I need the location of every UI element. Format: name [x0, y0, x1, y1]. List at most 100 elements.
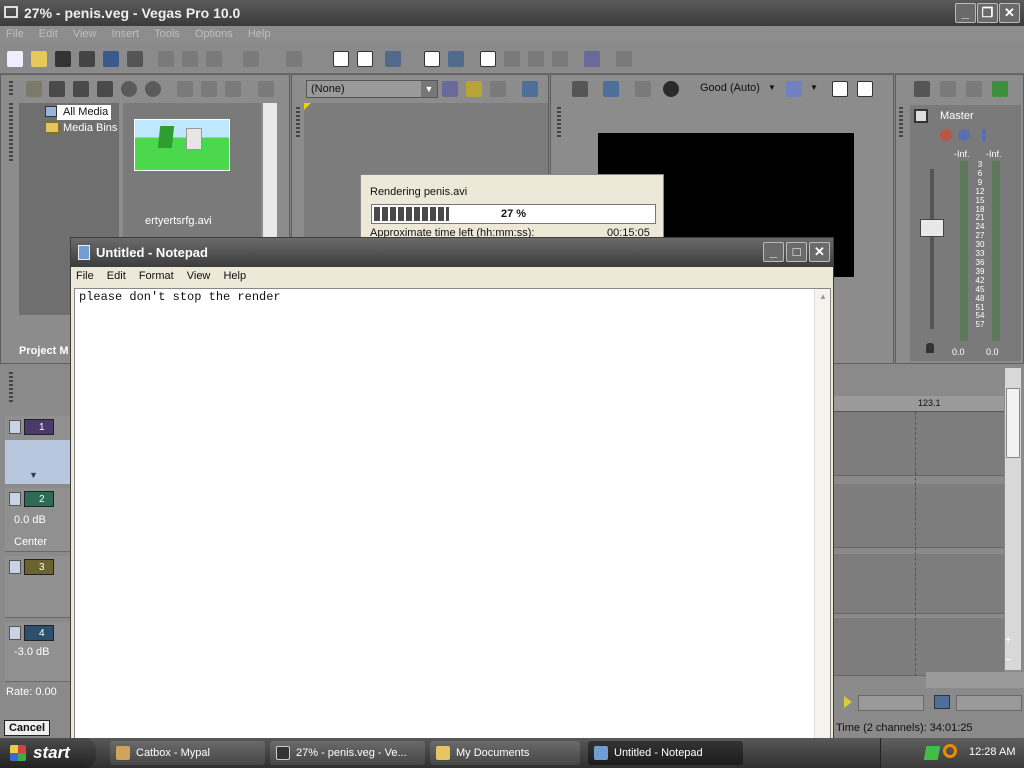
- snapping-icon[interactable]: [424, 51, 440, 67]
- save-icon[interactable]: [55, 51, 71, 67]
- minimize-button[interactable]: _: [955, 3, 976, 23]
- cut-icon[interactable]: [158, 51, 174, 67]
- envelope-tool-icon[interactable]: [357, 51, 373, 67]
- mix-icon[interactable]: [934, 695, 950, 709]
- track-expand-icon[interactable]: [9, 492, 21, 506]
- notepad-scrollbar[interactable]: ▲: [814, 289, 830, 741]
- save-snapshot-icon[interactable]: [857, 81, 873, 97]
- timeline-ruler[interactable]: 123.1: [834, 396, 1004, 412]
- media-fx-icon[interactable]: [201, 81, 217, 97]
- timeline-track-row[interactable]: [834, 554, 1004, 614]
- open-icon[interactable]: [31, 51, 47, 67]
- track-volume[interactable]: 0.0 dB: [14, 514, 46, 526]
- notepad-menu-view[interactable]: View: [182, 267, 216, 285]
- track-header-1[interactable]: 1 ▼: [5, 416, 71, 484]
- menu-help[interactable]: Help: [242, 26, 277, 42]
- search-media-icon[interactable]: [145, 81, 161, 97]
- zoom-in-icon[interactable]: +: [1005, 634, 1011, 646]
- preview-properties-icon[interactable]: [572, 81, 588, 97]
- notepad-titlebar[interactable]: Untitled - Notepad _ □ ✕: [71, 238, 833, 267]
- scroll-thumb[interactable]: [1006, 388, 1020, 458]
- notepad-menu-file[interactable]: File: [71, 267, 99, 285]
- taskbar-item-notepad[interactable]: Untitled - Notepad: [588, 741, 743, 765]
- trimmer-monitor-icon[interactable]: [522, 81, 538, 97]
- whats-this-help-icon[interactable]: [616, 51, 632, 67]
- taskbar-item-vegas[interactable]: 27% - penis.veg - Ve...: [270, 741, 425, 765]
- menu-options[interactable]: Options: [189, 26, 239, 42]
- import-media-icon[interactable]: [26, 81, 42, 97]
- restore-button[interactable]: ❐: [977, 3, 998, 23]
- trimmer-dropdown[interactable]: (None) ▼: [306, 80, 438, 98]
- trimmer-fx-icon[interactable]: [442, 81, 458, 97]
- lock-icon[interactable]: [926, 343, 934, 353]
- track-expand-icon[interactable]: [9, 626, 21, 640]
- copy-snapshot-icon[interactable]: [832, 81, 848, 97]
- panel-grip[interactable]: [296, 107, 300, 137]
- external-monitor-icon[interactable]: [603, 81, 619, 97]
- track-pan[interactable]: Center: [14, 536, 47, 548]
- capture-icon[interactable]: [49, 81, 65, 97]
- new-icon[interactable]: [7, 51, 23, 67]
- play-icon[interactable]: [844, 696, 852, 708]
- notepad-text-area[interactable]: please don't stop the render ▲: [74, 288, 831, 742]
- web-media-icon[interactable]: [121, 81, 137, 97]
- track-1-body[interactable]: ▼: [5, 440, 71, 484]
- track-header-4[interactable]: 4 -3.0 dB: [5, 622, 71, 682]
- auto-ripple-icon[interactable]: [385, 51, 401, 67]
- timeline-track-row[interactable]: [834, 618, 1004, 676]
- notepad-maximize-button[interactable]: □: [786, 242, 807, 262]
- selection-tool-icon[interactable]: [528, 51, 544, 67]
- media-generators-icon[interactable]: [225, 81, 241, 97]
- notepad-menu-edit[interactable]: Edit: [102, 267, 131, 285]
- video-fx-icon[interactable]: [663, 81, 679, 97]
- menu-edit[interactable]: Edit: [33, 26, 64, 42]
- downmix-icon[interactable]: [940, 81, 956, 97]
- tree-item-media-bins[interactable]: Media Bins: [63, 122, 117, 134]
- render-as-icon[interactable]: [103, 51, 119, 67]
- timeline-vertical-scrollbar[interactable]: [1005, 368, 1021, 670]
- notepad-close-button[interactable]: ✕: [809, 242, 830, 262]
- solo-icon[interactable]: [982, 129, 986, 141]
- notepad-menu-format[interactable]: Format: [134, 267, 179, 285]
- zoom-tool-icon[interactable]: [552, 51, 568, 67]
- cancel-render-button[interactable]: Cancel: [4, 720, 50, 736]
- master-fader[interactable]: [920, 219, 944, 237]
- remove-media-icon[interactable]: [177, 81, 193, 97]
- ignore-grouping-icon[interactable]: [504, 51, 520, 67]
- taskbar-item-catbox[interactable]: Catbox - Mypal: [110, 741, 265, 765]
- mixer-properties-icon[interactable]: [914, 81, 930, 97]
- track-header-2[interactable]: 2 0.0 dB Center: [5, 488, 71, 552]
- menu-insert[interactable]: Insert: [106, 26, 146, 42]
- zoom-out-icon[interactable]: −: [1005, 654, 1011, 666]
- close-trimmer-icon[interactable]: [490, 81, 506, 97]
- timeline-track-row[interactable]: [834, 484, 1004, 548]
- timeline-track-row[interactable]: [834, 412, 1004, 476]
- play-preview-icon[interactable]: [258, 81, 274, 97]
- copy-icon[interactable]: [182, 51, 198, 67]
- chevron-up-icon[interactable]: ▲: [819, 292, 827, 301]
- search-icon[interactable]: [943, 744, 957, 758]
- extract-audio-icon[interactable]: [97, 81, 113, 97]
- menu-file[interactable]: File: [0, 26, 30, 42]
- auto-crossfade-icon[interactable]: [448, 51, 464, 67]
- clip-thumbnail[interactable]: [134, 119, 230, 171]
- trimmer-effects-icon[interactable]: [466, 81, 482, 97]
- undo-icon[interactable]: [243, 51, 259, 67]
- get-media-icon[interactable]: [73, 81, 89, 97]
- panel-grip[interactable]: [9, 103, 13, 163]
- track-header-3[interactable]: 3: [5, 556, 71, 618]
- master-fx-icon[interactable]: [940, 129, 952, 141]
- redo-icon[interactable]: [286, 51, 302, 67]
- notepad-menu-help[interactable]: Help: [218, 267, 251, 285]
- paste-icon[interactable]: [206, 51, 222, 67]
- lock-envelopes-icon[interactable]: [480, 51, 496, 67]
- taskbar-item-my-documents[interactable]: My Documents: [430, 741, 580, 765]
- media-fx-icon[interactable]: [584, 51, 600, 67]
- time-field[interactable]: [956, 695, 1022, 711]
- save-as-icon[interactable]: [79, 51, 95, 67]
- properties-icon[interactable]: [127, 51, 143, 67]
- normal-edit-tool-icon[interactable]: [333, 51, 349, 67]
- panel-grip[interactable]: [9, 81, 13, 95]
- insert-bus-icon[interactable]: [992, 81, 1008, 97]
- timeline-zoom-controls[interactable]: [926, 672, 1024, 688]
